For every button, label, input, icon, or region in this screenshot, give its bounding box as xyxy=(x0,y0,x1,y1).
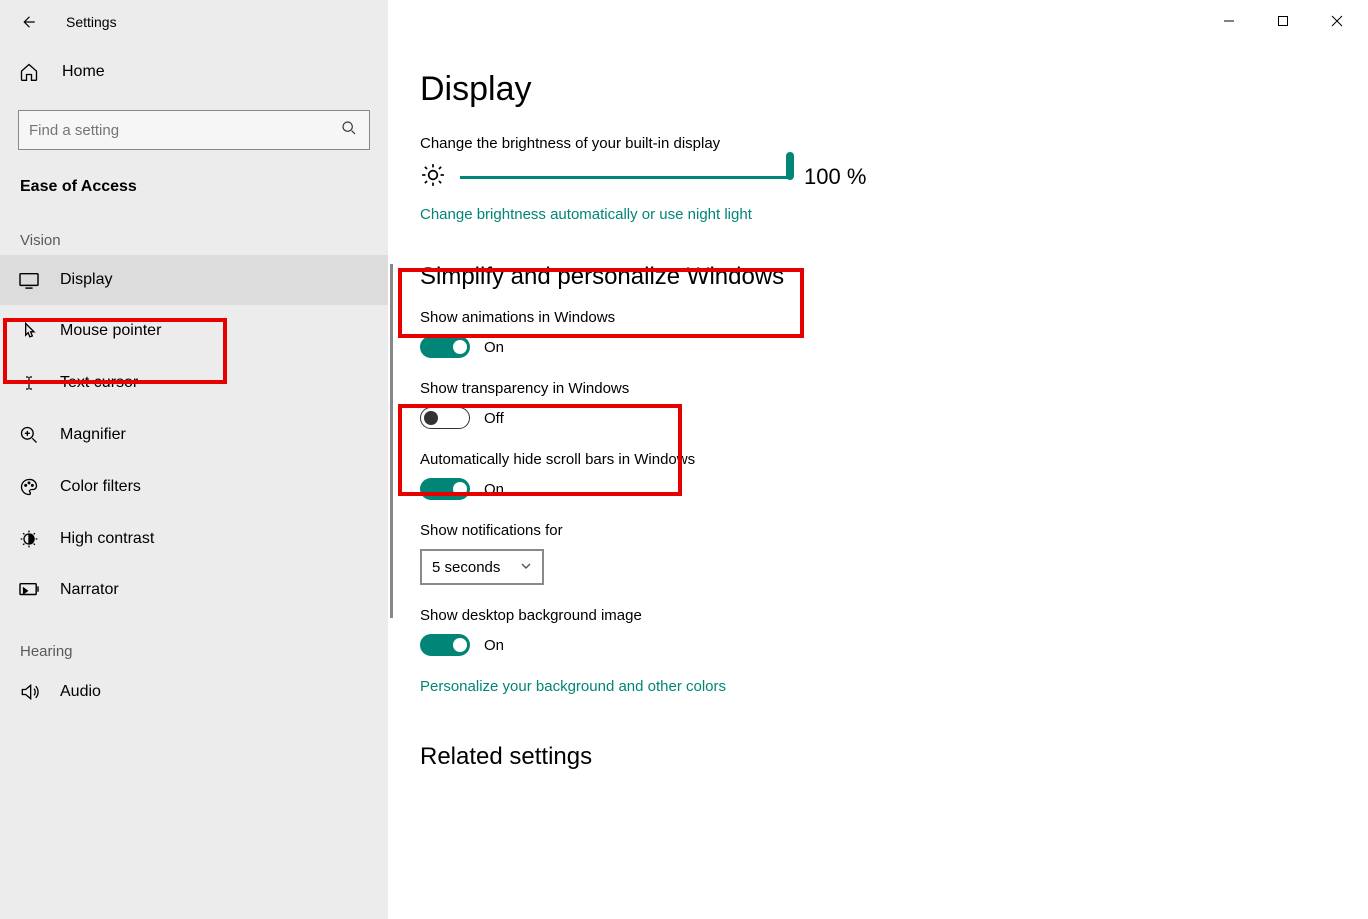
setting-label: Show desktop background image xyxy=(420,607,1328,624)
setting-label: Show animations in Windows xyxy=(420,309,1328,326)
notifications-dropdown[interactable]: 5 seconds xyxy=(420,549,544,585)
audio-icon xyxy=(18,682,40,702)
magnifier-icon xyxy=(18,425,40,445)
setting-label: Automatically hide scroll bars in Window… xyxy=(420,451,1328,468)
setting-notifications: Show notifications for 5 seconds xyxy=(420,522,1328,585)
personalize-link[interactable]: Personalize your background and other co… xyxy=(420,678,1328,695)
dropdown-value: 5 seconds xyxy=(432,559,500,576)
setting-scrollbars: Automatically hide scroll bars in Window… xyxy=(420,451,1328,500)
app-title: Settings xyxy=(66,14,117,30)
window-controls xyxy=(1206,6,1360,36)
contrast-icon xyxy=(18,529,40,549)
setting-transparency: Show transparency in Windows Off xyxy=(420,380,1328,429)
scrollbars-toggle[interactable] xyxy=(420,478,470,500)
chevron-down-icon xyxy=(520,559,532,576)
display-icon xyxy=(18,271,40,289)
sidebar-item-label: High contrast xyxy=(60,530,154,548)
sidebar-item-label: Audio xyxy=(60,683,101,701)
sidebar-item-label: Text cursor xyxy=(60,374,138,392)
scroll-indicator xyxy=(390,264,393,618)
sidebar-item-label: Color filters xyxy=(60,478,141,496)
minimize-button[interactable] xyxy=(1206,6,1252,36)
sidebar-home[interactable]: Home xyxy=(0,48,388,96)
narrator-icon xyxy=(18,581,40,599)
sidebar-item-label: Mouse pointer xyxy=(60,322,161,340)
search-input[interactable] xyxy=(29,122,341,139)
category-header: Ease of Access xyxy=(0,160,388,204)
sidebar-item-label: Magnifier xyxy=(60,426,126,444)
back-button[interactable] xyxy=(18,12,38,32)
sidebar-item-label: Narrator xyxy=(60,581,119,599)
sidebar-item-high-contrast[interactable]: High contrast xyxy=(0,513,388,565)
setting-label: Show transparency in Windows xyxy=(420,380,1328,397)
close-button[interactable] xyxy=(1314,6,1360,36)
sidebar-item-magnifier[interactable]: Magnifier xyxy=(0,409,388,461)
toggle-text: On xyxy=(484,637,504,654)
toggle-text: On xyxy=(484,481,504,498)
simplify-heading: Simplify and personalize Windows xyxy=(420,263,1328,291)
brightness-value: 100 % xyxy=(804,164,866,190)
group-label-hearing: Hearing xyxy=(0,615,388,666)
search-icon xyxy=(341,120,359,140)
sidebar: Settings Home Ease of Access Vision Disp… xyxy=(0,0,388,919)
home-icon xyxy=(18,62,40,82)
textcursor-icon xyxy=(18,373,40,393)
group-label-vision: Vision xyxy=(0,204,388,255)
brightness-label: Change the brightness of your built-in d… xyxy=(420,135,1328,152)
sidebar-item-label: Display xyxy=(60,271,112,289)
palette-icon xyxy=(18,477,40,497)
setting-label: Show notifications for xyxy=(420,522,1328,539)
sidebar-home-label: Home xyxy=(62,63,105,81)
brightness-icon xyxy=(420,162,446,192)
toggle-text: On xyxy=(484,339,504,356)
toggle-text: Off xyxy=(484,410,504,427)
sidebar-item-display[interactable]: Display xyxy=(0,255,388,305)
background-toggle[interactable] xyxy=(420,634,470,656)
sidebar-item-text-cursor[interactable]: Text cursor xyxy=(0,357,388,409)
setting-background: Show desktop background image On xyxy=(420,607,1328,656)
page-title: Display xyxy=(420,70,1328,109)
brightness-link[interactable]: Change brightness automatically or use n… xyxy=(420,206,1328,223)
search-box[interactable] xyxy=(18,110,370,150)
maximize-button[interactable] xyxy=(1260,6,1306,36)
sidebar-item-audio[interactable]: Audio xyxy=(0,666,388,718)
setting-animations: Show animations in Windows On xyxy=(420,309,1328,358)
animations-toggle[interactable] xyxy=(420,336,470,358)
pointer-icon xyxy=(18,321,40,341)
brightness-slider[interactable] xyxy=(460,165,790,189)
related-heading: Related settings xyxy=(420,743,1328,771)
sidebar-item-mouse-pointer[interactable]: Mouse pointer xyxy=(0,305,388,357)
sidebar-item-narrator[interactable]: Narrator xyxy=(0,565,388,615)
main-content: Display Change the brightness of your bu… xyxy=(388,0,1368,919)
transparency-toggle[interactable] xyxy=(420,407,470,429)
sidebar-item-color-filters[interactable]: Color filters xyxy=(0,461,388,513)
